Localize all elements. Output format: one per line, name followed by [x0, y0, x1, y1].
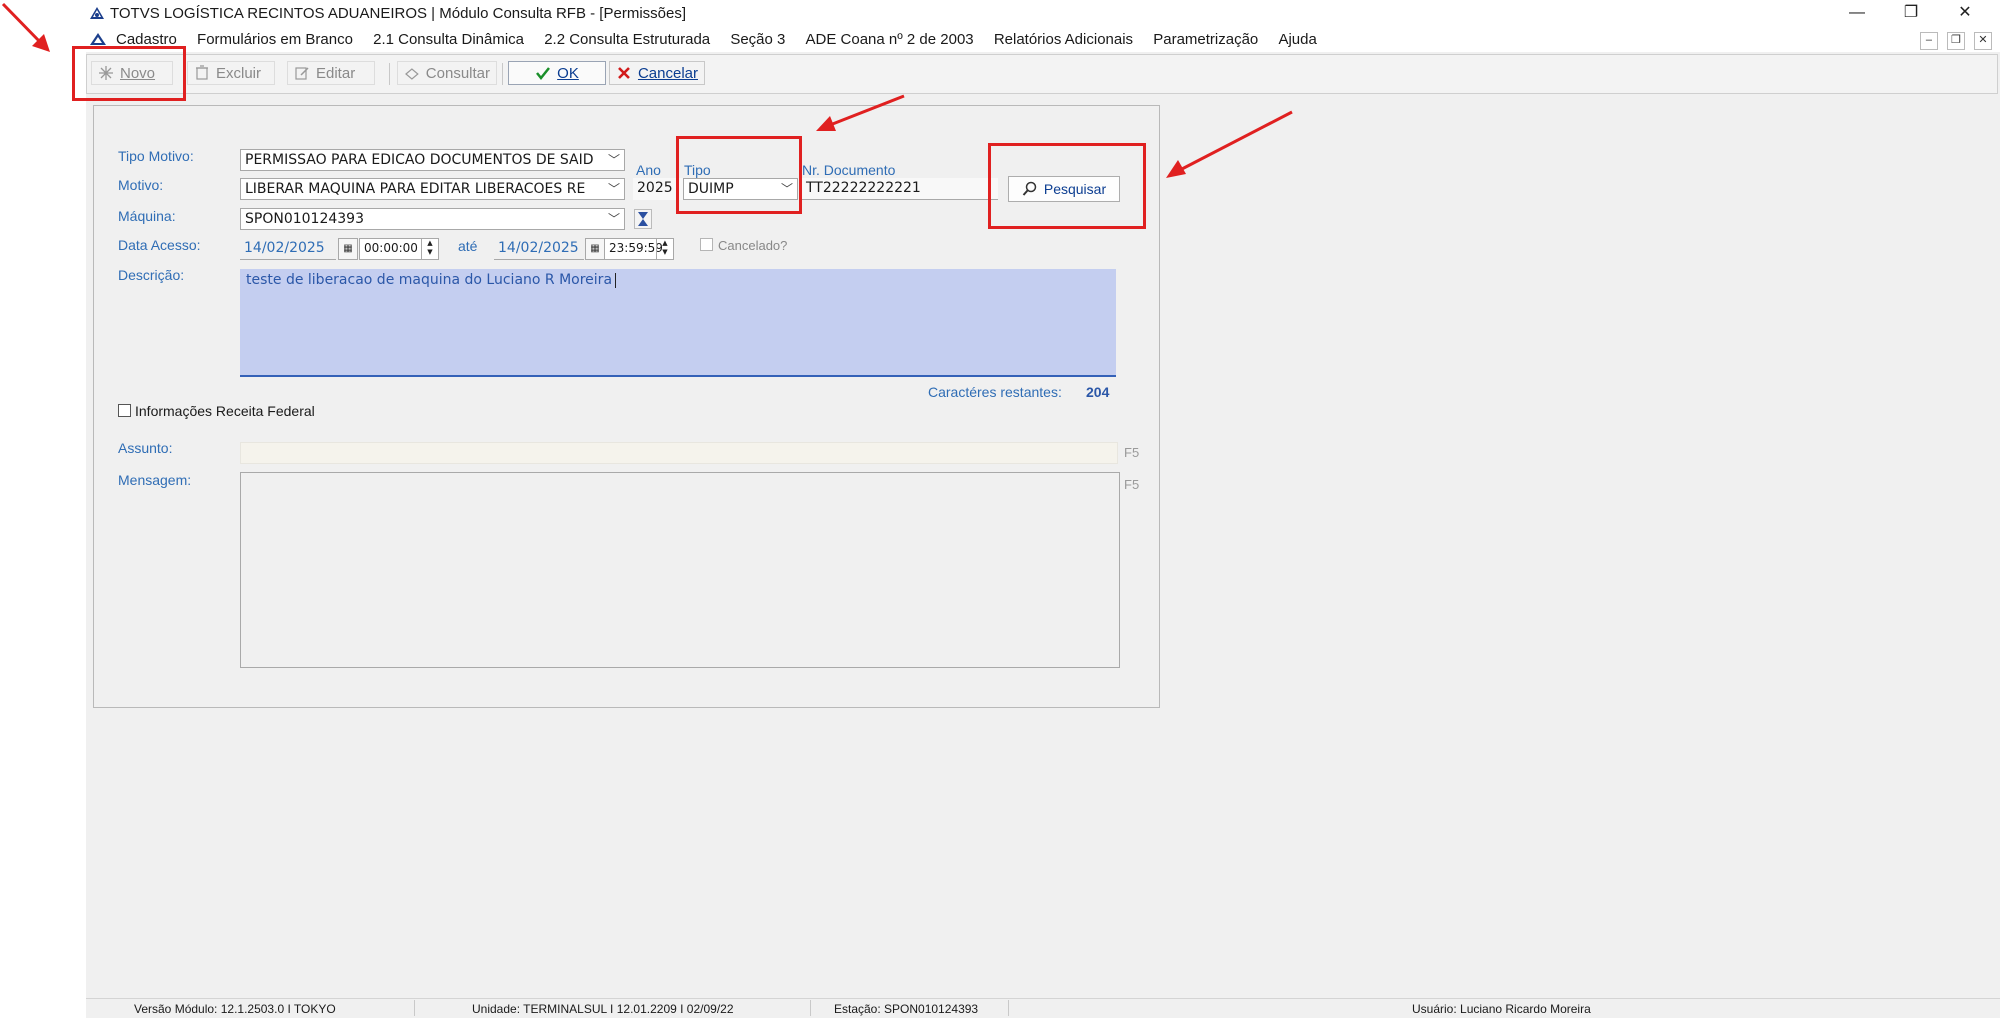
spinner-icon[interactable]: ▲ ▼: [656, 239, 673, 259]
edit-icon: [295, 67, 309, 80]
editar-label: Editar: [316, 64, 356, 82]
assunto-f5-hint: F5: [1124, 445, 1140, 460]
mdi-controls: – ❐ ✕: [1914, 32, 1992, 50]
nr-documento-label: Nr. Documento: [802, 162, 896, 178]
toolbar-separator: [389, 63, 390, 85]
editar-button[interactable]: Editar: [287, 61, 375, 85]
menu-consulta-estruturada[interactable]: 2.2 Consulta Estruturada: [544, 31, 710, 48]
chevron-down-icon: ﹀: [607, 153, 620, 167]
data-acesso-label: Data Acesso:: [118, 237, 201, 253]
mensagem-field[interactable]: [240, 472, 1120, 668]
data-inicio-field[interactable]: 14/02/2025: [240, 238, 336, 260]
cancelar-button[interactable]: Cancelar: [609, 61, 705, 85]
hora-fim-value: 23:59:59: [609, 241, 663, 255]
annotation-box-novo: [72, 46, 186, 101]
mensagem-f5-hint: F5: [1124, 477, 1140, 492]
hora-inicio-value: 00:00:00: [364, 241, 418, 255]
info-receita-checkbox[interactable]: [118, 404, 131, 417]
tipo-motivo-value: PERMISSAO PARA EDICAO DOCUMENTOS DE SAID: [245, 152, 594, 168]
title-bar: TOTVS LOGÍSTICA RECINTOS ADUANEIROS | Mó…: [86, 0, 2000, 28]
info-receita-label: Informações Receita Federal: [135, 403, 315, 419]
consultar-label: Consultar: [425, 64, 490, 82]
status-divider: [1008, 1000, 1009, 1016]
data-fim-field[interactable]: 14/02/2025: [494, 238, 584, 260]
cancelado-label: Cancelado?: [718, 238, 788, 253]
toolbar-separator-2: [502, 63, 503, 85]
menu-ade-coana[interactable]: ADE Coana nº 2 de 2003: [806, 31, 974, 48]
ate-label: até: [458, 238, 478, 254]
motivo-value: LIBERAR MAQUINA PARA EDITAR LIBERACOES R…: [245, 181, 586, 197]
menu-ajuda[interactable]: Ajuda: [1278, 31, 1316, 48]
maquina-dropdown[interactable]: SPON010124393 ﹀: [240, 208, 625, 230]
menu-items: Cadastro Formulários em Branco 2.1 Consu…: [116, 31, 1333, 48]
nr-documento-value: TT22222222221: [806, 180, 921, 196]
menu-consulta-dinamica[interactable]: 2.1 Consulta Dinâmica: [373, 31, 524, 48]
minimize-button[interactable]: —: [1834, 0, 1880, 28]
hourglass-icon[interactable]: [634, 209, 652, 229]
close-button[interactable]: ✕: [1942, 0, 1988, 28]
motivo-dropdown[interactable]: LIBERAR MAQUINA PARA EDITAR LIBERACOES R…: [240, 178, 625, 200]
excluir-label: Excluir: [216, 64, 262, 82]
descricao-label: Descrição:: [118, 267, 185, 283]
ano-label: Ano: [636, 162, 661, 178]
status-bar: Versão Módulo: 12.1.2503.0 I TOKYO Unida…: [86, 998, 2000, 1018]
mdi-restore-button[interactable]: ❐: [1946, 32, 1965, 50]
caracteres-restantes-label: Caractéres restantes:: [928, 384, 1062, 400]
ok-label: OK: [557, 64, 579, 82]
nr-documento-field[interactable]: TT22222222221: [802, 178, 998, 200]
assunto-field[interactable]: [240, 442, 1118, 464]
hora-inicio-field[interactable]: 00:00:00 ▲ ▼: [359, 238, 439, 260]
ok-button[interactable]: OK: [508, 61, 606, 85]
maquina-value: SPON010124393: [245, 211, 364, 227]
hora-fim-field[interactable]: 23:59:59 ▲ ▼: [604, 238, 674, 260]
mdi-close-button[interactable]: ✕: [1974, 32, 1992, 50]
menu-secao-3[interactable]: Seção 3: [730, 31, 785, 48]
status-versao: Versão Módulo: 12.1.2503.0 I TOKYO: [134, 1002, 336, 1016]
mdi-minimize-button[interactable]: –: [1919, 32, 1938, 50]
motivo-label: Motivo:: [118, 177, 164, 193]
window-title: TOTVS LOGÍSTICA RECINTOS ADUANEIROS | Mó…: [110, 5, 686, 22]
mensagem-label: Mensagem:: [118, 472, 192, 488]
annotation-arrow-novo: [1, 2, 50, 52]
calendar-icon[interactable]: ▦: [585, 238, 605, 260]
annotation-box-pesquisar: [988, 143, 1146, 229]
tipo-motivo-label: Tipo Motivo:: [118, 148, 194, 164]
menu-relatorios[interactable]: Relatórios Adicionais: [994, 31, 1133, 48]
ano-value: 2025: [637, 180, 673, 196]
caracteres-restantes-value: 204: [1086, 384, 1110, 400]
chevron-down-icon: ﹀: [607, 212, 620, 226]
maquina-label: Máquina:: [118, 208, 176, 224]
excluir-button[interactable]: Excluir: [187, 61, 275, 85]
cancelado-checkbox[interactable]: [700, 238, 713, 251]
menu-formularios[interactable]: Formulários em Branco: [197, 31, 353, 48]
cancelar-label: Cancelar: [637, 64, 698, 82]
spinner-icon[interactable]: ▲ ▼: [421, 239, 438, 259]
calendar-icon[interactable]: ▦: [338, 238, 358, 260]
cancel-icon: [618, 67, 630, 79]
text-cursor: [615, 272, 617, 288]
status-estacao: Estação: SPON010124393: [834, 1002, 979, 1016]
menu-parametrizacao[interactable]: Parametrização: [1153, 31, 1258, 48]
status-unidade: Unidade: TERMINALSUL I 12.01.2209 I 02/0…: [472, 1002, 734, 1016]
status-divider: [414, 1000, 415, 1016]
data-inicio-value: 14/02/2025: [244, 240, 325, 256]
toolbar: Novo Excluir Editar Consultar OK Cancela…: [86, 54, 1998, 94]
query-icon: [405, 68, 419, 80]
tipo-motivo-dropdown[interactable]: PERMISSAO PARA EDICAO DOCUMENTOS DE SAID…: [240, 149, 625, 171]
annotation-box-tipo: [676, 136, 802, 214]
delete-icon: [196, 65, 208, 80]
chevron-down-icon: ﹀: [607, 182, 620, 196]
restore-button[interactable]: ❐: [1888, 0, 1934, 28]
status-usuario: Usuário: Luciano Ricardo Moreira: [1412, 1002, 1591, 1016]
assunto-label: Assunto:: [118, 440, 173, 456]
menu-bar: Cadastro Formulários em Branco 2.1 Consu…: [86, 28, 2000, 52]
check-icon: [536, 67, 551, 81]
consultar-button[interactable]: Consultar: [397, 61, 497, 85]
status-divider: [810, 1000, 811, 1016]
app-logo-icon: [90, 7, 104, 19]
descricao-textarea[interactable]: teste de liberacao de maquina do Luciano…: [240, 269, 1116, 377]
data-fim-value: 14/02/2025: [498, 240, 579, 256]
descricao-value: teste de liberacao de maquina do Luciano…: [246, 272, 613, 288]
